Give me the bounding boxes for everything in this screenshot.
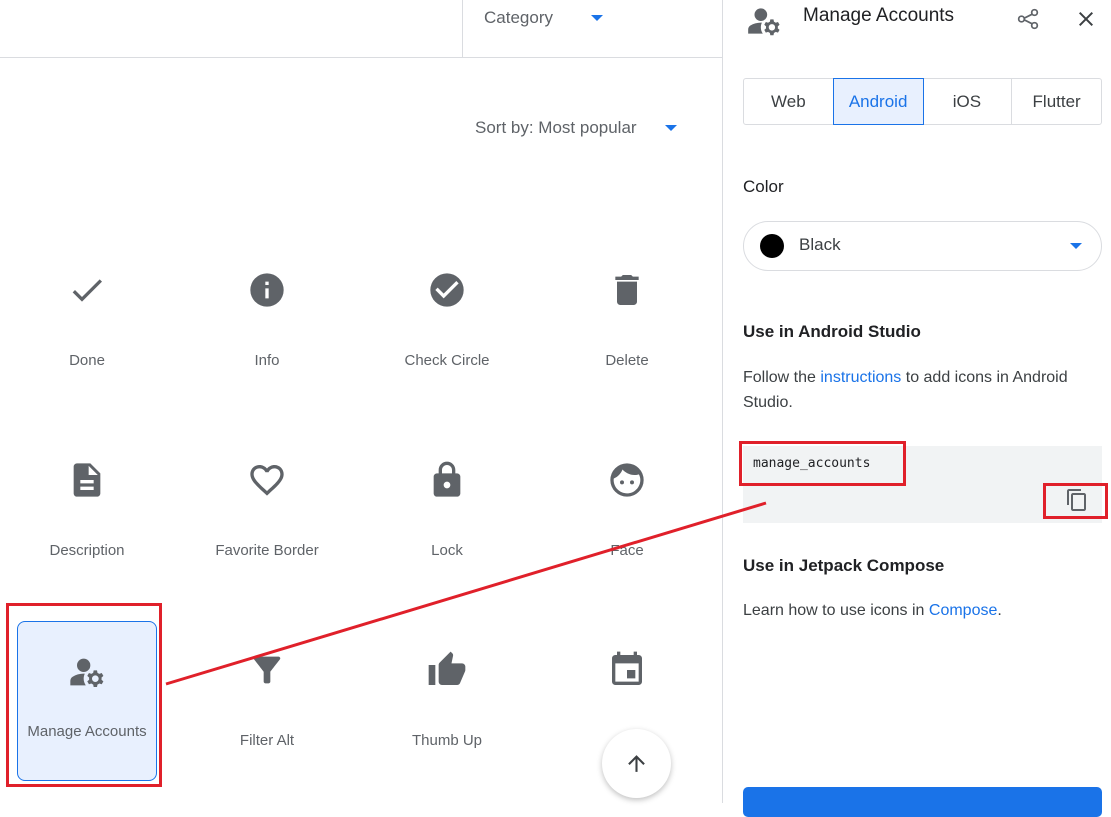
- tab-web[interactable]: Web: [744, 79, 834, 124]
- icon-label: Favorite Border: [215, 542, 319, 559]
- panel-title: Manage Accounts: [803, 5, 955, 26]
- share-icon[interactable]: [1015, 6, 1041, 32]
- thumb-up-icon: [428, 651, 466, 685]
- tab-flutter[interactable]: Flutter: [1012, 79, 1101, 124]
- compose-heading: Use in Jetpack Compose: [743, 556, 945, 575]
- event-icon: [612, 651, 642, 685]
- icon-tile-favorite-border[interactable]: Favorite Border: [187, 448, 347, 608]
- platform-tabs: Web Android iOS Flutter: [743, 78, 1102, 125]
- compose-link[interactable]: Compose: [929, 602, 997, 619]
- icon-detail-panel: Manage Accounts Web Android iOS Flutter …: [722, 0, 1111, 817]
- annotation-box: [6, 603, 162, 787]
- color-value: Black: [799, 235, 841, 254]
- icon-tile-info[interactable]: Info: [187, 258, 347, 418]
- icon-tile-check-circle[interactable]: Check Circle: [367, 258, 527, 418]
- sort-label: Sort by: Most popular: [475, 118, 637, 137]
- android-studio-heading: Use in Android Studio: [743, 322, 921, 341]
- icon-tile-done[interactable]: Done: [7, 258, 167, 418]
- download-button[interactable]: [743, 787, 1102, 817]
- icon-label: Delete: [605, 352, 649, 369]
- arrow-up-icon: [628, 755, 645, 772]
- close-icon[interactable]: [1074, 7, 1098, 31]
- icon-tile-delete[interactable]: Delete: [547, 258, 707, 418]
- text-part: .: [997, 602, 1002, 619]
- annotation-box: [739, 441, 906, 486]
- android-studio-text: Follow the instructions to add icons in …: [743, 365, 1083, 415]
- info-icon: [250, 273, 284, 307]
- icon-label: Face: [610, 542, 644, 559]
- top-bar: Category: [0, 0, 722, 58]
- category-label: Category: [484, 8, 553, 27]
- instructions-link[interactable]: instructions: [820, 369, 901, 386]
- check-circle-icon: [430, 273, 464, 307]
- icon-label: Check Circle: [404, 352, 490, 369]
- annotation-box: [1043, 483, 1108, 519]
- icon-label: Done: [69, 352, 105, 369]
- color-swatch: [760, 234, 784, 258]
- text-part: Learn how to use icons in: [743, 602, 929, 619]
- tab-ios[interactable]: iOS: [923, 79, 1013, 124]
- lock-icon: [433, 461, 461, 497]
- icon-tile-description[interactable]: Description: [7, 448, 167, 608]
- delete-icon: [615, 275, 639, 305]
- icon-tile-filter-alt[interactable]: Filter Alt: [187, 638, 347, 798]
- icon-label: Description: [49, 542, 125, 559]
- face-icon: [610, 463, 644, 497]
- sort-dropdown[interactable]: Sort by: Most popular: [475, 118, 677, 138]
- manage-accounts-icon: [748, 8, 780, 36]
- icon-label: Info: [254, 352, 280, 369]
- category-dropdown[interactable]: Category: [462, 0, 723, 57]
- favorite-border-icon: [250, 465, 284, 496]
- icon-tile-lock[interactable]: Lock: [367, 448, 527, 608]
- icon-label: Lock: [431, 542, 463, 559]
- icon-tile-face[interactable]: Face: [547, 448, 707, 608]
- filter-alt-icon: [253, 656, 281, 684]
- tab-android[interactable]: Android: [832, 78, 924, 125]
- color-label: Color: [743, 177, 784, 196]
- scroll-top-button[interactable]: [602, 729, 671, 798]
- compose-text: Learn how to use icons in Compose.: [743, 598, 1083, 623]
- check-icon: [72, 279, 102, 302]
- caret-down-icon: [665, 125, 677, 131]
- caret-down-icon: [591, 15, 603, 21]
- caret-down-icon: [1070, 243, 1082, 249]
- color-select[interactable]: Black: [743, 221, 1102, 271]
- text-part: Follow the: [743, 369, 821, 386]
- icon-label: Filter Alt: [239, 732, 295, 749]
- icon-tile-thumb-up[interactable]: Thumb Up: [367, 638, 527, 798]
- description-icon: [73, 463, 101, 497]
- icon-label: Thumb Up: [411, 732, 483, 749]
- icon-browser: Category Sort by: Most popular Done Info…: [0, 0, 722, 803]
